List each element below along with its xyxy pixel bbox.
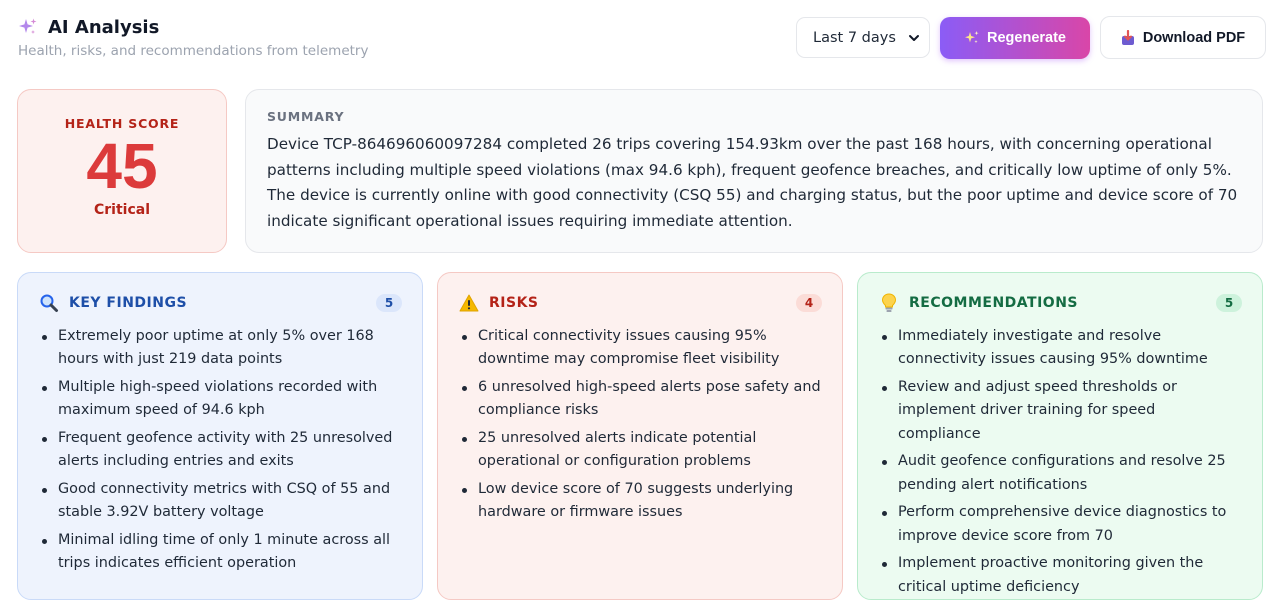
- regenerate-button[interactable]: Regenerate: [940, 16, 1090, 59]
- card-header: RECOMMENDATIONS 5: [878, 293, 1242, 313]
- count-badge: 5: [1216, 294, 1242, 312]
- date-range-select[interactable]: Last 7 days: [796, 17, 930, 58]
- lightbulb-icon: [878, 293, 900, 313]
- summary-card: SUMMARY Device TCP-864696060097284 compl…: [245, 89, 1263, 253]
- health-score-label: HEALTH SCORE: [64, 116, 180, 131]
- date-range-value: Last 7 days: [813, 29, 896, 46]
- list-item: Immediately investigate and resolve conn…: [878, 325, 1242, 372]
- health-score-value: 45: [86, 130, 158, 202]
- list-item: Critical connectivity issues causing 95%…: [458, 325, 822, 372]
- page-title: AI Analysis: [48, 16, 160, 38]
- page-subtitle: Health, risks, and recommendations from …: [18, 43, 369, 59]
- list-item: Good connectivity metrics with CSQ of 55…: [38, 478, 402, 525]
- sparkles-icon: [18, 16, 40, 38]
- pdf-download-icon: [1121, 29, 1135, 46]
- magnifier-icon: [38, 293, 60, 313]
- list-item: Audit geofence configurations and resolv…: [878, 450, 1242, 497]
- list-item: Extremely poor uptime at only 5% over 16…: [38, 325, 402, 372]
- download-pdf-label: Download PDF: [1142, 29, 1246, 46]
- card-title: RECOMMENDATIONS: [909, 295, 1078, 311]
- list-item: Frequent geofence activity with 25 unres…: [38, 427, 402, 474]
- chevron-down-icon: [908, 32, 920, 44]
- count-badge: 4: [796, 294, 822, 312]
- list-item: Minimal idling time of only 1 minute acr…: [38, 529, 402, 576]
- sparkles-icon: [964, 30, 980, 46]
- regenerate-label: Regenerate: [987, 29, 1066, 46]
- list-item: 6 unresolved high-speed alerts pose safe…: [458, 376, 822, 423]
- recommendations-list: Immediately investigate and resolve conn…: [878, 325, 1242, 599]
- page-header: AI Analysis Health, risks, and recommend…: [18, 16, 1266, 64]
- warning-icon: [458, 293, 480, 313]
- summary-label: SUMMARY: [267, 109, 345, 124]
- list-item: Low device score of 70 suggests underlyi…: [458, 478, 822, 525]
- card-header: KEY FINDINGS 5: [38, 293, 402, 313]
- list-item: Perform comprehensive device diagnostics…: [878, 501, 1242, 548]
- count-badge: 5: [376, 294, 402, 312]
- download-pdf-button[interactable]: Download PDF: [1100, 16, 1266, 59]
- card-title: KEY FINDINGS: [69, 295, 188, 311]
- list-item: Multiple high-speed violations recorded …: [38, 376, 402, 423]
- summary-text: Device TCP-864696060097284 completed 26 …: [267, 135, 1238, 230]
- title-row: AI Analysis: [18, 16, 159, 38]
- header-controls: Last 7 days Regenerate Download PDF: [796, 16, 1266, 59]
- card-title: RISKS: [489, 295, 539, 311]
- card-header: RISKS 4: [458, 293, 822, 313]
- list-item: 25 unresolved alerts indicate potential …: [458, 427, 822, 474]
- risks-card: RISKS 4 Critical connectivity issues cau…: [437, 272, 843, 600]
- health-score-card: HEALTH SCORE 45 Critical: [17, 89, 227, 253]
- findings-list: Extremely poor uptime at only 5% over 16…: [38, 325, 402, 576]
- recommendations-card: RECOMMENDATIONS 5 Immediately investigat…: [857, 272, 1263, 600]
- key-findings-card: KEY FINDINGS 5 Extremely poor uptime at …: [17, 272, 423, 600]
- health-status: Critical: [93, 202, 150, 218]
- list-item: Review and adjust speed thresholds or im…: [878, 376, 1242, 446]
- risks-list: Critical connectivity issues causing 95%…: [458, 325, 822, 525]
- list-item: Implement proactive monitoring given the…: [878, 552, 1242, 599]
